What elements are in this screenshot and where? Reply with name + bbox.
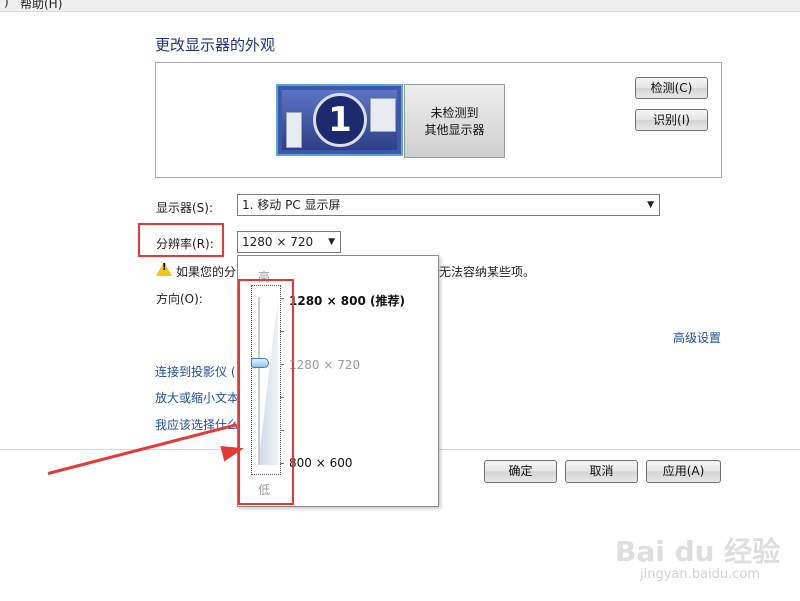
watermark-logo: Bai du 经验: [615, 535, 781, 568]
identify-button[interactable]: 识别(I): [635, 109, 708, 131]
detect-button[interactable]: 检测(C): [635, 77, 708, 99]
resolution-select[interactable]: 1280 × 720 ▼: [237, 231, 341, 253]
dropdown-arrow-icon: ▼: [328, 237, 335, 247]
monitor-number-badge: 1: [313, 93, 367, 147]
window-preview: [370, 98, 396, 132]
resolution-option-selected[interactable]: 1280 × 720: [289, 358, 360, 372]
ok-button[interactable]: 确定: [484, 460, 557, 483]
warning-icon-mark: !: [162, 262, 167, 273]
resolution-option[interactable]: 800 × 600: [289, 456, 353, 470]
resolution-select-value: 1280 × 720: [242, 235, 314, 249]
display-select-value: 1. 移动 PC 显示屏: [242, 198, 341, 212]
resolution-option[interactable]: 1280 × 800 (推荐): [289, 292, 405, 309]
apply-button[interactable]: 应用(A): [646, 460, 721, 483]
text-size-link[interactable]: 放大或缩小文本: [155, 389, 239, 406]
highlight-box-resolution-label: [138, 223, 224, 257]
cancel-button[interactable]: 取消: [565, 460, 638, 483]
monitor-2-line2: 其他显示器: [424, 123, 485, 137]
monitor-2-thumbnail[interactable]: 未检测到 其他显示器: [404, 84, 505, 158]
warning-text-left: 如果您的分: [176, 265, 237, 279]
dropdown-arrow-icon: ▼: [647, 200, 654, 210]
advanced-settings-link[interactable]: 高级设置: [673, 329, 721, 346]
menu-edge: ): [4, 0, 9, 9]
monitor-2-line1: 未检测到: [430, 106, 479, 120]
orientation-label: 方向(O):: [156, 292, 203, 306]
projector-link[interactable]: 连接到投影仪 (: [155, 363, 236, 380]
display-label: 显示器(S):: [156, 201, 214, 215]
highlight-box-slider: [238, 279, 294, 505]
which-settings-link[interactable]: 我应该选择什么: [155, 416, 239, 433]
warning-text-right: 无法容纳某些项。: [439, 265, 536, 279]
watermark-url: jingyan.baidu.com: [640, 567, 760, 582]
page-title: 更改显示器的外观: [155, 36, 276, 54]
menu-help[interactable]: 帮助(H): [20, 0, 62, 12]
display-select[interactable]: 1. 移动 PC 显示屏 ▼: [237, 194, 660, 216]
menu-bar: [0, 0, 800, 12]
window-preview: [286, 112, 302, 148]
